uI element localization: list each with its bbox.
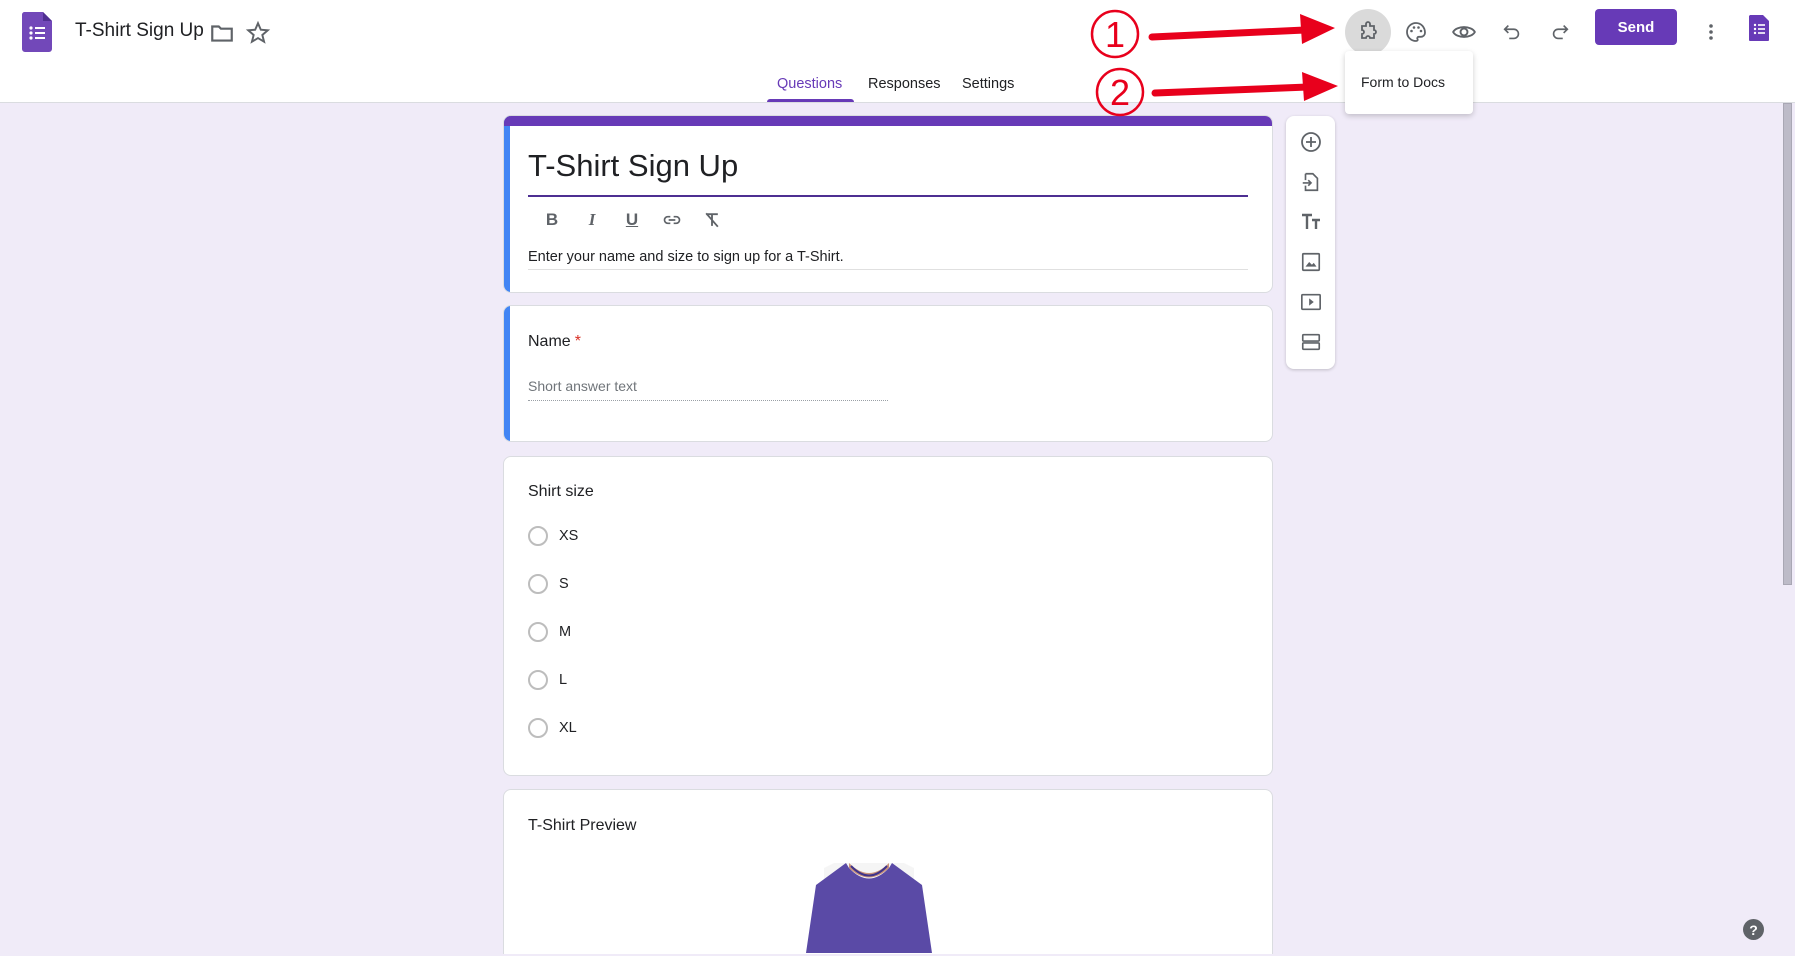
form-description-input[interactable]: Enter your name and size to sign up for … — [528, 249, 844, 265]
radio-option[interactable]: S — [528, 574, 569, 594]
add-image-button[interactable] — [1298, 249, 1324, 275]
short-answer-field: Short answer text — [528, 378, 888, 401]
redo-button[interactable] — [1537, 9, 1583, 55]
add-title-icon — [1302, 213, 1320, 229]
radio-button[interactable] — [528, 574, 548, 594]
more-options-button[interactable] — [1688, 9, 1734, 55]
add-section-button[interactable] — [1298, 329, 1324, 355]
undo-icon — [1503, 24, 1520, 40]
radio-button[interactable] — [528, 670, 548, 690]
help-button[interactable]: ? — [1743, 919, 1764, 940]
form-header-card[interactable]: T-Shirt Sign Up B I U Enter your name an… — [503, 115, 1273, 293]
radio-option[interactable]: M — [528, 622, 571, 642]
option-label: M — [559, 624, 572, 640]
add-video-button[interactable] — [1298, 289, 1324, 315]
import-questions-icon — [1302, 172, 1319, 192]
radio-button[interactable] — [528, 622, 548, 642]
undo-button[interactable] — [1489, 9, 1535, 55]
eye-preview-icon — [1452, 26, 1476, 38]
tab-bar: Questions Responses Settings — [0, 70, 1795, 103]
forms-sheets-icon[interactable] — [1749, 15, 1769, 41]
radio-option[interactable]: XL — [528, 718, 577, 738]
image-card-tshirt-preview[interactable]: T-Shirt Preview — [503, 789, 1273, 954]
format-toolbar: B I U — [540, 208, 724, 232]
puzzle-addon-icon — [1361, 21, 1377, 39]
question-title-text: Name — [528, 333, 571, 350]
more-vert-icon — [1709, 24, 1713, 40]
bold-button[interactable]: B — [540, 208, 564, 232]
radio-option[interactable]: XS — [528, 526, 578, 546]
question-card-name[interactable]: Name * Short answer text — [503, 305, 1273, 442]
tshirt-image — [806, 863, 932, 953]
question-title: Shirt size — [528, 483, 594, 500]
option-label: S — [559, 576, 569, 592]
palette-icon — [1406, 22, 1426, 42]
active-tab-indicator — [767, 99, 854, 102]
italic-button[interactable]: I — [580, 208, 604, 232]
clear-formatting-button[interactable] — [700, 208, 724, 232]
question-title: Name * — [528, 333, 581, 351]
send-button[interactable]: Send — [1595, 9, 1677, 45]
link-button[interactable] — [660, 208, 684, 232]
add-question-button[interactable] — [1298, 129, 1324, 155]
bold-icon: B — [545, 210, 559, 229]
add-video-icon — [1301, 293, 1321, 311]
tab-questions[interactable]: Questions — [777, 76, 842, 92]
add-question-icon — [1301, 132, 1321, 152]
redo-icon — [1552, 24, 1569, 40]
preview-button[interactable] — [1441, 9, 1487, 55]
title-underline — [528, 195, 1248, 197]
top-bar: T-Shirt Sign Up Send Questions Responses… — [0, 0, 1795, 103]
radio-option[interactable]: L — [528, 670, 567, 690]
add-title-button[interactable] — [1298, 209, 1324, 235]
folder-icon[interactable] — [209, 20, 235, 46]
customize-theme-button[interactable] — [1393, 9, 1439, 55]
required-asterisk: * — [574, 333, 581, 350]
radio-button[interactable] — [528, 718, 548, 738]
scrollbar-thumb[interactable] — [1783, 103, 1792, 585]
star-icon[interactable] — [245, 20, 271, 46]
add-image-icon — [1301, 252, 1321, 272]
italic-icon: I — [588, 210, 596, 229]
tab-settings[interactable]: Settings — [962, 76, 1014, 92]
side-toolbar — [1286, 116, 1335, 369]
link-icon — [663, 215, 681, 225]
page-scrollbar[interactable] — [1783, 103, 1793, 953]
underline-button[interactable]: U — [620, 208, 644, 232]
underline-icon: U — [625, 210, 639, 229]
add-section-icon — [1301, 333, 1321, 351]
description-underline — [528, 269, 1248, 270]
addons-button[interactable] — [1345, 9, 1391, 55]
tab-responses[interactable]: Responses — [868, 76, 941, 92]
theme-color-bar — [504, 116, 1272, 126]
form-title-input[interactable]: T-Shirt Sign Up — [528, 148, 738, 184]
radio-button[interactable] — [528, 526, 548, 546]
option-label: XL — [559, 720, 577, 736]
import-questions-button[interactable] — [1298, 169, 1324, 195]
clear-format-icon — [705, 212, 719, 228]
forms-logo-icon[interactable] — [22, 12, 52, 52]
image-title: T-Shirt Preview — [528, 817, 637, 834]
option-label: XS — [559, 528, 579, 544]
option-label: L — [559, 672, 568, 688]
document-title[interactable]: T-Shirt Sign Up — [75, 20, 204, 42]
question-card-shirt-size[interactable]: Shirt size XS S M L XL — [503, 456, 1273, 776]
menu-item-form-to-docs[interactable]: Form to Docs — [1361, 74, 1445, 90]
addons-menu: Form to Docs — [1345, 51, 1473, 114]
